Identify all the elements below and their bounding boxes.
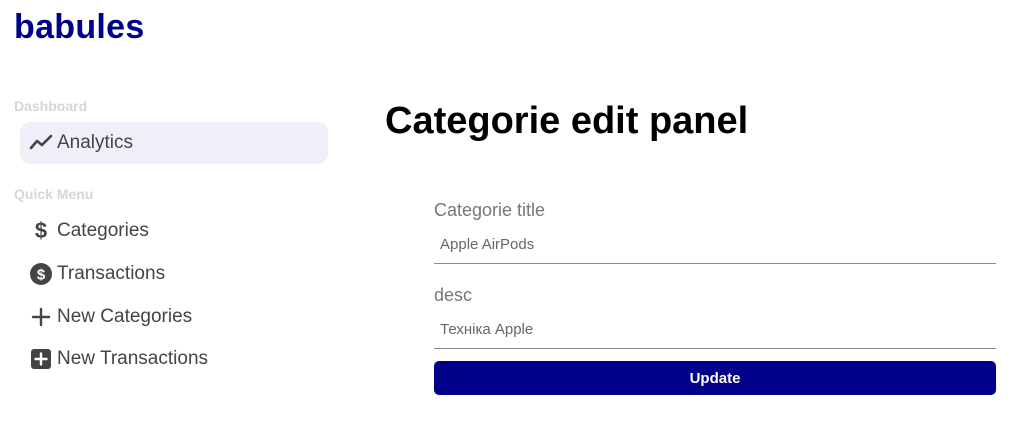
sidebar-item-categories[interactable]: $ Categories [20, 210, 328, 252]
dollar-sign-icon: $ [29, 219, 53, 243]
svg-text:$: $ [37, 267, 46, 284]
trending-up-icon [29, 131, 53, 155]
title-field-label: Categorie title [434, 200, 546, 220]
svg-text:$: $ [35, 219, 47, 243]
desc-field-label: desc [434, 285, 473, 305]
sidebar-item-label: Analytics [57, 132, 134, 153]
sidebar-item-label: Transactions [57, 263, 166, 284]
sidebar: Dashboard Analytics Quick Menu $ Categor… [0, 0, 340, 438]
category-edit-form: Categorie title desc Update [434, 196, 996, 395]
sidebar-section-quick-menu: Quick Menu [14, 186, 94, 202]
sidebar-item-analytics[interactable]: Analytics [20, 122, 328, 164]
sidebar-item-label: New Transactions [57, 348, 209, 369]
plus-icon [29, 305, 53, 329]
sidebar-item-label: New Categories [57, 306, 193, 327]
sidebar-item-transactions[interactable]: $ Transactions [20, 253, 328, 295]
title-input[interactable] [434, 224, 996, 264]
dollar-circle-icon: $ [29, 262, 53, 286]
update-button[interactable]: Update [434, 361, 996, 395]
page-title: Categorie edit panel [385, 100, 749, 142]
plus-box-icon [29, 347, 53, 371]
sidebar-item-new-categories[interactable]: New Categories [20, 296, 328, 338]
sidebar-section-dashboard: Dashboard [14, 98, 88, 114]
sidebar-item-new-transactions[interactable]: New Transactions [20, 338, 328, 380]
sidebar-item-label: Categories [57, 220, 149, 241]
desc-input[interactable] [434, 309, 996, 349]
